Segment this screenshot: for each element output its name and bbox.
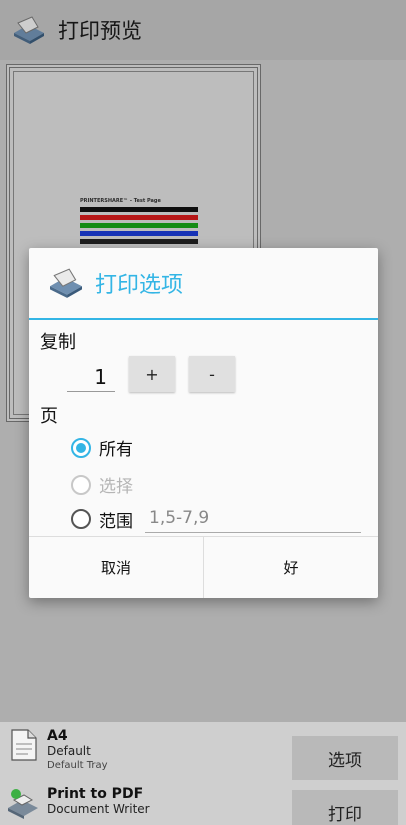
printershare-logo-icon [50, 268, 82, 298]
paper-icon [11, 729, 37, 761]
dialog-button-bar: 取消 好 [29, 536, 378, 598]
printer-name: Print to PDF [47, 786, 144, 802]
printer-icon [8, 789, 38, 819]
options-button[interactable]: 选项 [292, 736, 398, 780]
radio-selection[interactable]: 选择 [71, 472, 133, 497]
increment-copies-button[interactable]: + [129, 356, 175, 392]
radio-all[interactable]: 所有 [71, 435, 133, 460]
paper-size: A4 [47, 728, 68, 744]
print-button[interactable]: 打印 [292, 790, 398, 825]
paper-tray: Default Tray [47, 760, 108, 771]
printer-type: Document Writer [47, 802, 150, 816]
printer-settings[interactable]: Print to PDF Document Writer [6, 786, 150, 820]
paper-settings[interactable]: A4 Default Default Tray [6, 728, 108, 772]
radio-all-label: 所有 [99, 440, 133, 460]
radio-unchecked-icon[interactable] [71, 474, 91, 495]
radio-unchecked-icon[interactable] [71, 509, 91, 529]
pages-label: 页 [40, 406, 58, 427]
copies-input[interactable]: 1 [67, 364, 115, 392]
dialog-title: 打印选项 [95, 273, 184, 298]
radio-range-label: 范围 [99, 511, 133, 532]
decrement-copies-button[interactable]: - [189, 356, 235, 392]
radio-checked-icon[interactable] [71, 437, 91, 458]
dialog-header: 打印选项 [29, 248, 378, 320]
page-range-input[interactable]: 1,5-7,9 [145, 505, 361, 533]
ok-button[interactable]: 好 [203, 537, 378, 598]
radio-range[interactable]: 范围 1,5-7,9 [71, 505, 361, 533]
radio-selection-label: 选择 [99, 477, 133, 497]
copies-label: 复制 [40, 332, 76, 353]
paper-setting: Default [47, 744, 91, 758]
cancel-button[interactable]: 取消 [29, 537, 203, 598]
print-options-dialog: 打印选项 复制 1 + - 页 所有 选择 范围 1,5-7,9 取消 好 [29, 248, 378, 598]
copies-row: 1 + - [67, 356, 235, 392]
bottom-panel: A4 Default Default Tray Print to PDF Doc… [0, 722, 406, 825]
